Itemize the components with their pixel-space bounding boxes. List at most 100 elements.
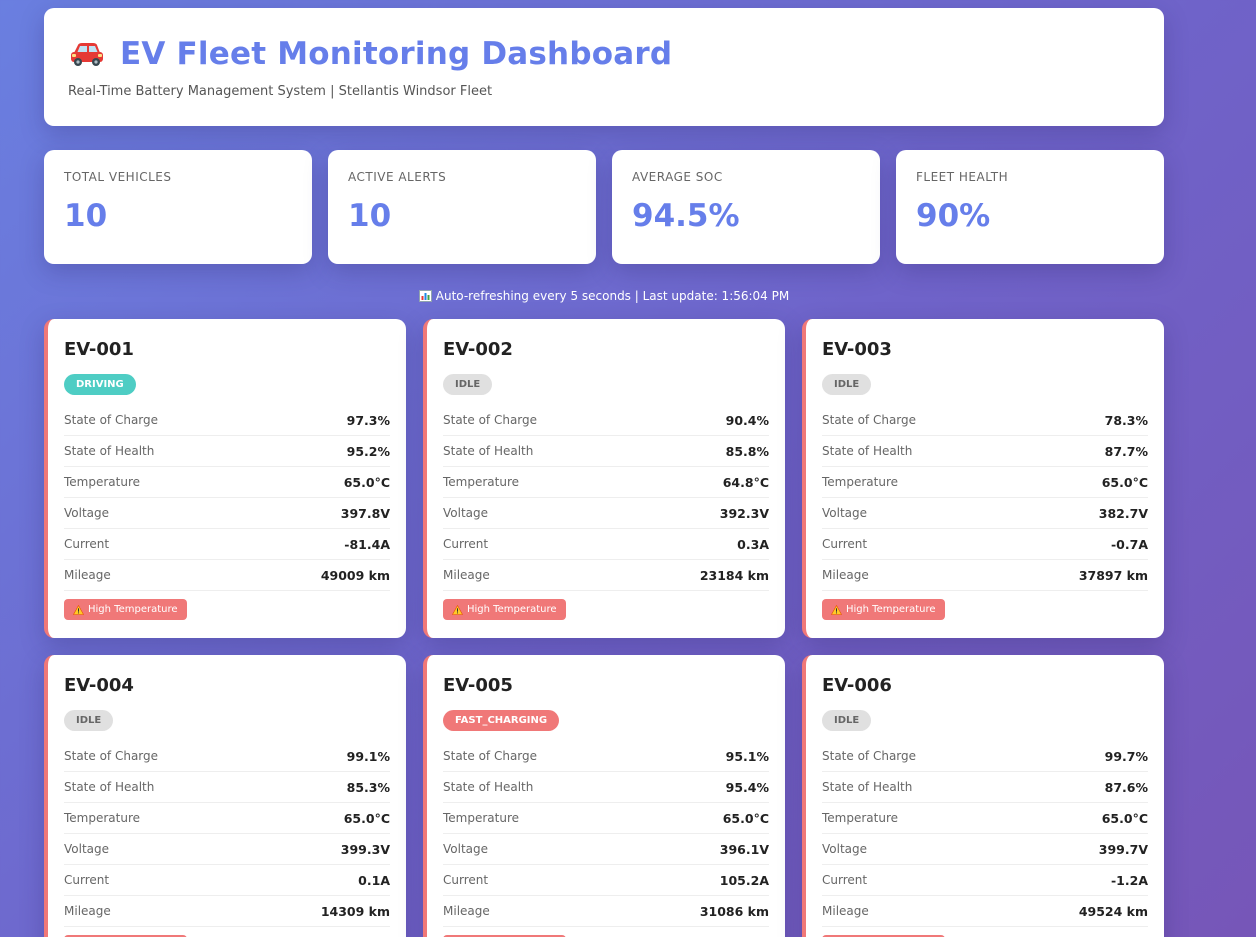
header-title-row: EV Fleet Monitoring Dashboard [68, 36, 1140, 72]
metric-label: Mileage [443, 568, 490, 582]
stat-card-fleet-health: Fleet Health 90% [896, 150, 1164, 264]
metric-label: State of Health [822, 780, 913, 794]
metric-label: Mileage [64, 904, 111, 918]
metric-label: Mileage [822, 904, 869, 918]
warning-icon [830, 604, 843, 615]
status-badge: IDLE [822, 710, 872, 731]
stat-card-active-alerts: Active Alerts 10 [328, 150, 596, 264]
metric-value: 85.8% [725, 443, 769, 459]
metric-value: 64.8°C [722, 474, 769, 490]
metric-row-voltage: Voltage 399.3V [64, 834, 390, 865]
metric-row-soh: State of Health 95.2% [64, 436, 390, 467]
metric-row-soh: State of Health 87.6% [822, 772, 1148, 803]
metric-row-soc: State of Charge 78.3% [822, 405, 1148, 436]
status-badge: IDLE [64, 710, 114, 731]
alert-text: High Temperature [467, 604, 557, 615]
metric-value: 95.2% [346, 443, 390, 459]
vehicle-card-ev-006[interactable]: EV-006 IDLE State of Charge 99.7% State … [802, 655, 1164, 937]
metric-label: Temperature [443, 811, 520, 825]
metric-row-voltage: Voltage 397.8V [64, 498, 390, 529]
metric-label: Current [443, 873, 489, 887]
metric-value: 87.7% [1104, 443, 1148, 459]
metric-label: Temperature [822, 475, 899, 489]
metric-value: 95.1% [725, 748, 769, 764]
alert-tag: High Temperature [64, 599, 187, 620]
metric-row-current: Current 0.3A [443, 529, 769, 560]
metric-value: 78.3% [1104, 412, 1148, 428]
metric-value: 49009 km [320, 567, 390, 583]
metric-row-voltage: Voltage 392.3V [443, 498, 769, 529]
stat-value: 94.5% [632, 198, 740, 234]
metric-value: 90.4% [725, 412, 769, 428]
stat-label: Active Alerts [348, 170, 447, 184]
metric-label: State of Charge [443, 413, 538, 427]
metric-label: Temperature [822, 811, 899, 825]
metric-label: Mileage [443, 904, 490, 918]
vehicle-card-ev-002[interactable]: EV-002 IDLE State of Charge 90.4% State … [423, 319, 785, 638]
metric-label: Voltage [443, 506, 489, 520]
metric-row-soh: State of Health 85.3% [64, 772, 390, 803]
metric-row-temperature: Temperature 65.0°C [822, 803, 1148, 834]
metrics-list: State of Charge 99.1% State of Health 85… [64, 741, 390, 927]
metric-value: 87.6% [1104, 779, 1148, 795]
metric-label: Mileage [64, 568, 111, 582]
vehicle-grid: EV-001 DRIVING State of Charge 97.3% Sta… [44, 319, 1164, 937]
metric-value: -0.7A [1110, 536, 1148, 552]
metric-label: State of Health [443, 780, 534, 794]
metric-label: Temperature [64, 475, 141, 489]
stat-label: Total Vehicles [64, 170, 172, 184]
stat-label: Average SOC [632, 170, 723, 184]
alert-tag: High Temperature [443, 599, 566, 620]
metric-value: 396.1V [719, 841, 769, 857]
metric-value: 99.1% [346, 748, 390, 764]
metric-row-mileage: Mileage 31086 km [443, 896, 769, 927]
metric-row-current: Current -1.2A [822, 865, 1148, 896]
vehicle-card-ev-003[interactable]: EV-003 IDLE State of Charge 78.3% State … [802, 319, 1164, 638]
car-icon [68, 39, 106, 69]
metric-value: 399.7V [1098, 841, 1148, 857]
stat-card-total-vehicles: Total Vehicles 10 [44, 150, 312, 264]
refresh-status: Auto-refreshing every 5 seconds | Last u… [44, 289, 1164, 303]
metrics-list: State of Charge 90.4% State of Health 85… [443, 405, 769, 591]
metric-value: 97.3% [346, 412, 390, 428]
vehicle-card-ev-001[interactable]: EV-001 DRIVING State of Charge 97.3% Sta… [44, 319, 406, 638]
metric-label: Temperature [443, 475, 520, 489]
metric-value: 0.1A [358, 872, 390, 888]
metric-label: Current [64, 873, 110, 887]
metric-value: 0.3A [737, 536, 769, 552]
stats-row: Total Vehicles 10 Active Alerts 10 Avera… [44, 150, 1164, 264]
metric-label: State of Health [64, 444, 155, 458]
metric-row-soc: State of Charge 90.4% [443, 405, 769, 436]
status-badge: IDLE [443, 374, 493, 395]
metric-value: 49524 km [1078, 903, 1148, 919]
metric-value: -81.4A [344, 536, 390, 552]
metric-value: 85.3% [346, 779, 390, 795]
vehicle-id: EV-001 [64, 339, 134, 360]
alert-text: High Temperature [88, 604, 178, 615]
metric-row-soh: State of Health 95.4% [443, 772, 769, 803]
metric-value: 23184 km [699, 567, 769, 583]
metric-row-mileage: Mileage 23184 km [443, 560, 769, 591]
metric-label: State of Charge [64, 413, 159, 427]
vehicle-id: EV-002 [443, 339, 513, 360]
metric-value: 65.0°C [343, 810, 390, 826]
refresh-text: Auto-refreshing every 5 seconds | Last u… [435, 289, 790, 303]
metric-label: Current [822, 537, 868, 551]
metric-row-mileage: Mileage 37897 km [822, 560, 1148, 591]
metrics-list: State of Charge 78.3% State of Health 87… [822, 405, 1148, 591]
metric-value: 31086 km [699, 903, 769, 919]
page-subtitle: Real-Time Battery Management System | St… [68, 84, 493, 99]
metric-label: State of Charge [64, 749, 159, 763]
vehicle-card-ev-004[interactable]: EV-004 IDLE State of Charge 99.1% State … [44, 655, 406, 937]
metric-row-mileage: Mileage 49524 km [822, 896, 1148, 927]
metric-value: 99.7% [1104, 748, 1148, 764]
metric-label: Voltage [822, 506, 868, 520]
metric-label: State of Charge [822, 413, 917, 427]
vehicle-card-ev-005[interactable]: EV-005 FAST_CHARGING State of Charge 95.… [423, 655, 785, 937]
metric-value: -1.2A [1110, 872, 1148, 888]
metric-label: Voltage [443, 842, 489, 856]
warning-icon [72, 604, 85, 615]
metric-label: State of Health [64, 780, 155, 794]
metric-row-soc: State of Charge 99.1% [64, 741, 390, 772]
metric-label: Current [64, 537, 110, 551]
